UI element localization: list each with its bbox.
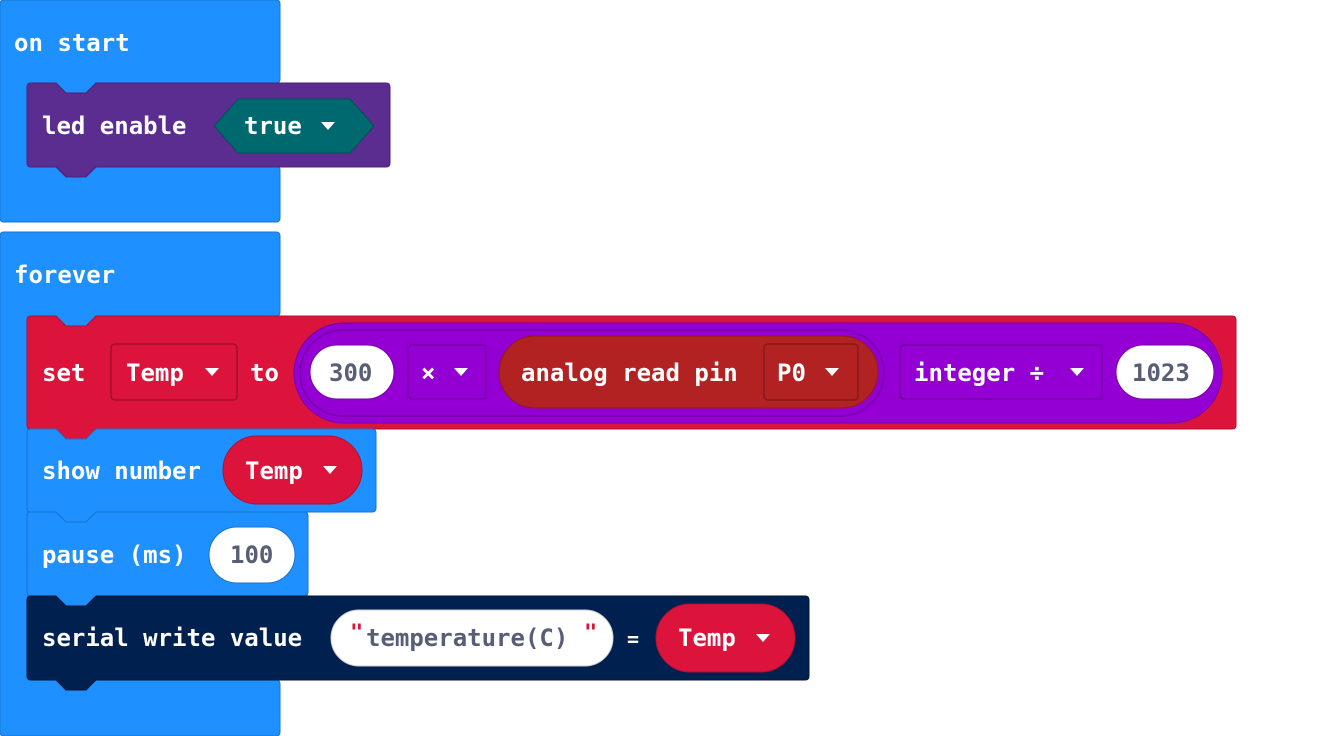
open-quote-icon: " — [350, 621, 363, 646]
show-number-block[interactable]: show number Temp — [26, 428, 377, 523]
integer-divide-operator-dropdown[interactable]: integer ÷ — [899, 344, 1103, 400]
pause-value: 100 — [230, 541, 273, 569]
forever-label: forever — [14, 261, 115, 289]
serial-write-label: serial write value — [42, 624, 302, 652]
on-start-label: on start — [14, 29, 130, 57]
close-quote-icon: " — [584, 621, 597, 646]
math-integer-divide-block[interactable]: 300 × analog read pin P0 integer ÷ 1023 — [293, 322, 1223, 424]
analog-read-label: analog read pin — [521, 359, 738, 387]
integer-divide-label: integer ÷ — [914, 359, 1044, 387]
pause-label: pause (ms) — [42, 541, 187, 569]
operator-field — [407, 344, 487, 400]
multiply-operator-dropdown[interactable]: × — [407, 344, 487, 400]
analog-read-pin-block[interactable]: analog read pin P0 — [498, 335, 879, 409]
set-variable-name: Temp — [126, 359, 184, 387]
show-number-variable-name: Temp — [245, 457, 303, 485]
serial-name-string-input[interactable]: " temperature(C) " — [330, 609, 614, 667]
math-multiply-block[interactable]: 300 × analog read pin P0 — [299, 329, 885, 417]
boolean-value: true — [244, 112, 302, 140]
set-variable-block[interactable]: set Temp to 300 × analog read pin P0 int… — [26, 315, 1237, 440]
led-enable-block[interactable]: led enable true — [26, 82, 391, 178]
serial-write-value-block[interactable]: serial write value " temperature(C) " = … — [26, 595, 810, 691]
serial-value-variable-name: Temp — [678, 624, 736, 652]
pause-duration-input[interactable]: 100 — [208, 526, 296, 584]
set-to-label: to — [250, 359, 279, 387]
multiply-operator-label: × — [421, 359, 435, 387]
equals-label: = — [627, 627, 639, 651]
number-input-1023[interactable]: 1023 — [1115, 344, 1215, 400]
led-enable-label: led enable — [42, 112, 187, 140]
set-variable-dropdown[interactable]: Temp — [110, 343, 238, 401]
show-number-variable-reporter[interactable]: Temp — [222, 435, 363, 505]
pause-block[interactable]: pause (ms) 100 — [26, 511, 309, 607]
serial-value-variable-reporter[interactable]: Temp — [655, 603, 796, 673]
right-number-value: 1023 — [1132, 359, 1190, 387]
number-input-300[interactable]: 300 — [309, 344, 395, 400]
set-label: set — [42, 359, 85, 387]
left-number-value: 300 — [329, 359, 372, 387]
pin-dropdown[interactable]: P0 — [763, 343, 859, 401]
pin-value: P0 — [777, 359, 806, 387]
serial-name-value: temperature(C) — [366, 624, 568, 652]
led-enable-boolean-dropdown[interactable]: true — [213, 98, 375, 154]
show-number-label: show number — [42, 457, 201, 485]
